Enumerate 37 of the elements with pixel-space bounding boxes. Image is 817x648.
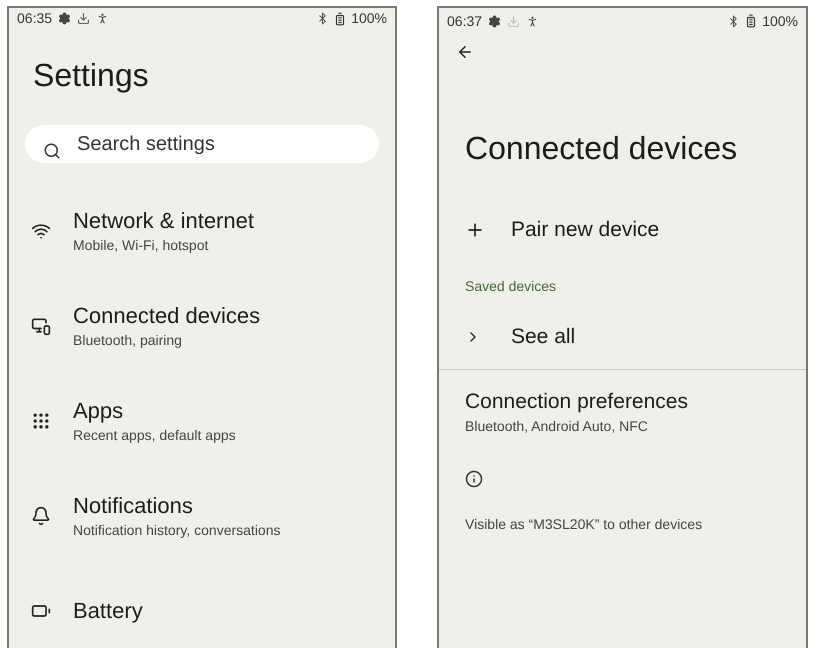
item-subtitle: Notification history, conversations	[73, 520, 280, 540]
bell-icon	[31, 506, 51, 526]
search-icon	[43, 142, 61, 160]
page-title: Connected devices	[464, 129, 738, 168]
download-icon	[507, 14, 520, 28]
section-header: Saved devices	[464, 277, 558, 296]
item-title: Connected devices	[73, 302, 260, 330]
settings-item[interactable]: Network & internet Mobile, Wi-Fi, hotspot	[9, 193, 395, 268]
visibility-note: Visible as “M3SL20K” to other devices	[464, 515, 704, 534]
accessibility-icon	[526, 14, 540, 28]
item-title: Apps	[73, 396, 124, 424]
see-all-item[interactable]: See all	[439, 319, 806, 355]
item-subtitle: Bluetooth, Android Auto, NFC	[465, 417, 649, 436]
item-title: Notifications	[73, 492, 194, 520]
item-title: Connection preferences	[465, 389, 689, 415]
devices-icon	[31, 316, 51, 336]
accessibility-icon	[96, 12, 110, 25]
status-time: 06:35	[17, 9, 52, 28]
battery-percent: 100%	[762, 12, 798, 30]
battery-percent: 100%	[351, 9, 387, 28]
settings-item[interactable]: Notifications Notification history, conversations	[9, 478, 395, 553]
settings-item[interactable]: Apps Recent apps, default apps	[9, 383, 395, 458]
item-title: Network & internet	[73, 206, 254, 234]
status-time: 06:37	[447, 12, 482, 30]
pair-new-device-item[interactable]: Pair new device	[439, 210, 806, 250]
page-title: Settings	[32, 56, 150, 95]
download-icon	[77, 12, 90, 25]
dots-grid-icon	[31, 410, 51, 430]
settings-item[interactable]: Battery	[9, 573, 395, 648]
connection-preferences-item[interactable]: Connection preferences Bluetooth, Android Auto, NFC	[439, 388, 806, 436]
search-field[interactable]: Search settings	[25, 125, 379, 163]
item-subtitle: Bluetooth, pairing	[73, 330, 183, 350]
item-title: Battery	[73, 596, 143, 624]
settings-item[interactable]: Connected devices Bluetooth, pairing	[9, 288, 395, 363]
item-subtitle: Mobile, Wi-Fi, hotspot	[73, 236, 210, 254]
info-icon	[465, 470, 483, 488]
item-subtitle: Recent apps, default apps	[73, 426, 236, 444]
